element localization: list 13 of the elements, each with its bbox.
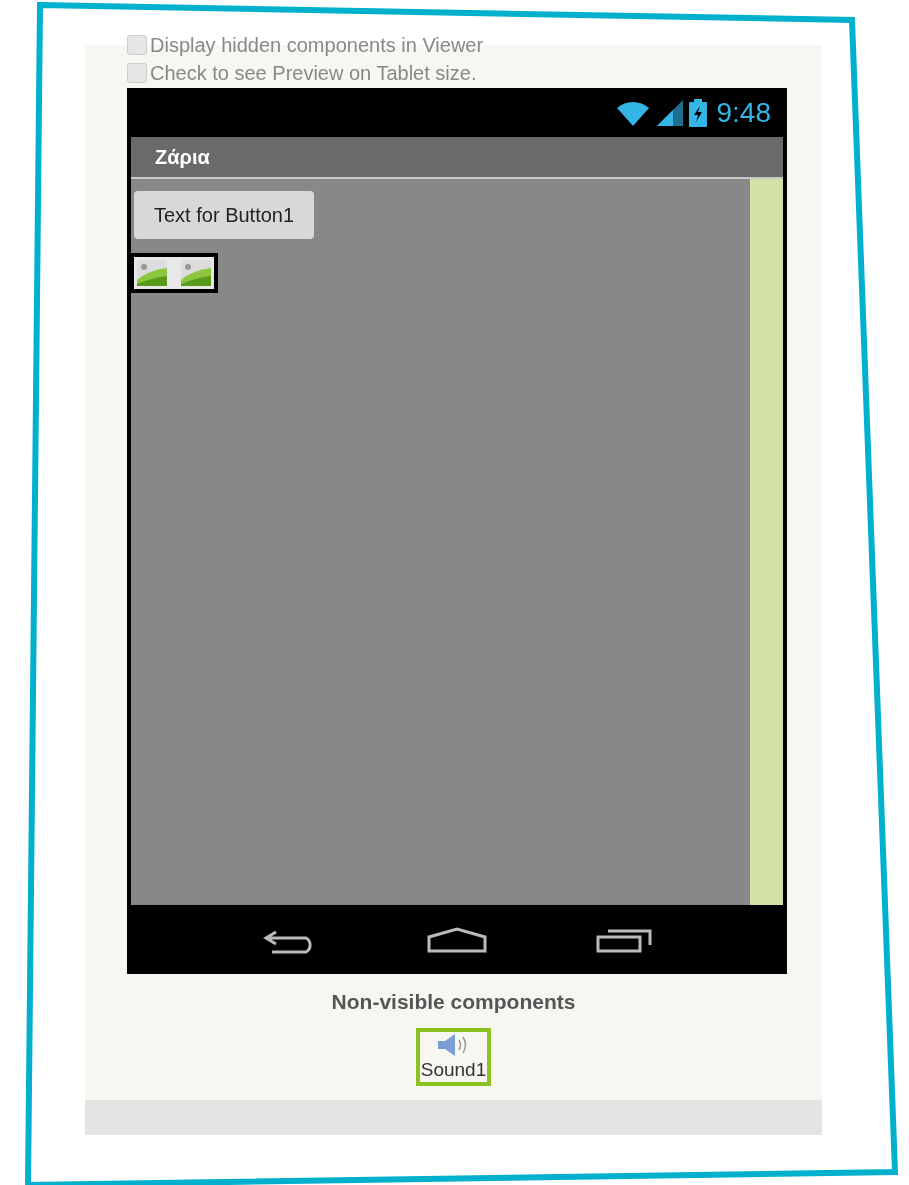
checkbox[interactable] (127, 35, 147, 55)
home-icon (427, 926, 487, 953)
signal-icon (656, 99, 683, 126)
battery-icon (688, 98, 707, 127)
checkbox-label: Check to see Preview on Tablet size. (150, 61, 477, 86)
app-button[interactable]: Text for Button1 (134, 191, 315, 239)
checkbox-label: Display hidden components in Viewer (150, 33, 484, 58)
section-heading: Non-visible components (330, 989, 577, 1015)
app-title: Ζάρια (155, 145, 210, 170)
component-item[interactable]: Sound1 (415, 1027, 492, 1086)
clock-time: 9:48 (716, 95, 771, 130)
wifi-icon (614, 99, 651, 126)
checkbox[interactable] (127, 63, 147, 83)
